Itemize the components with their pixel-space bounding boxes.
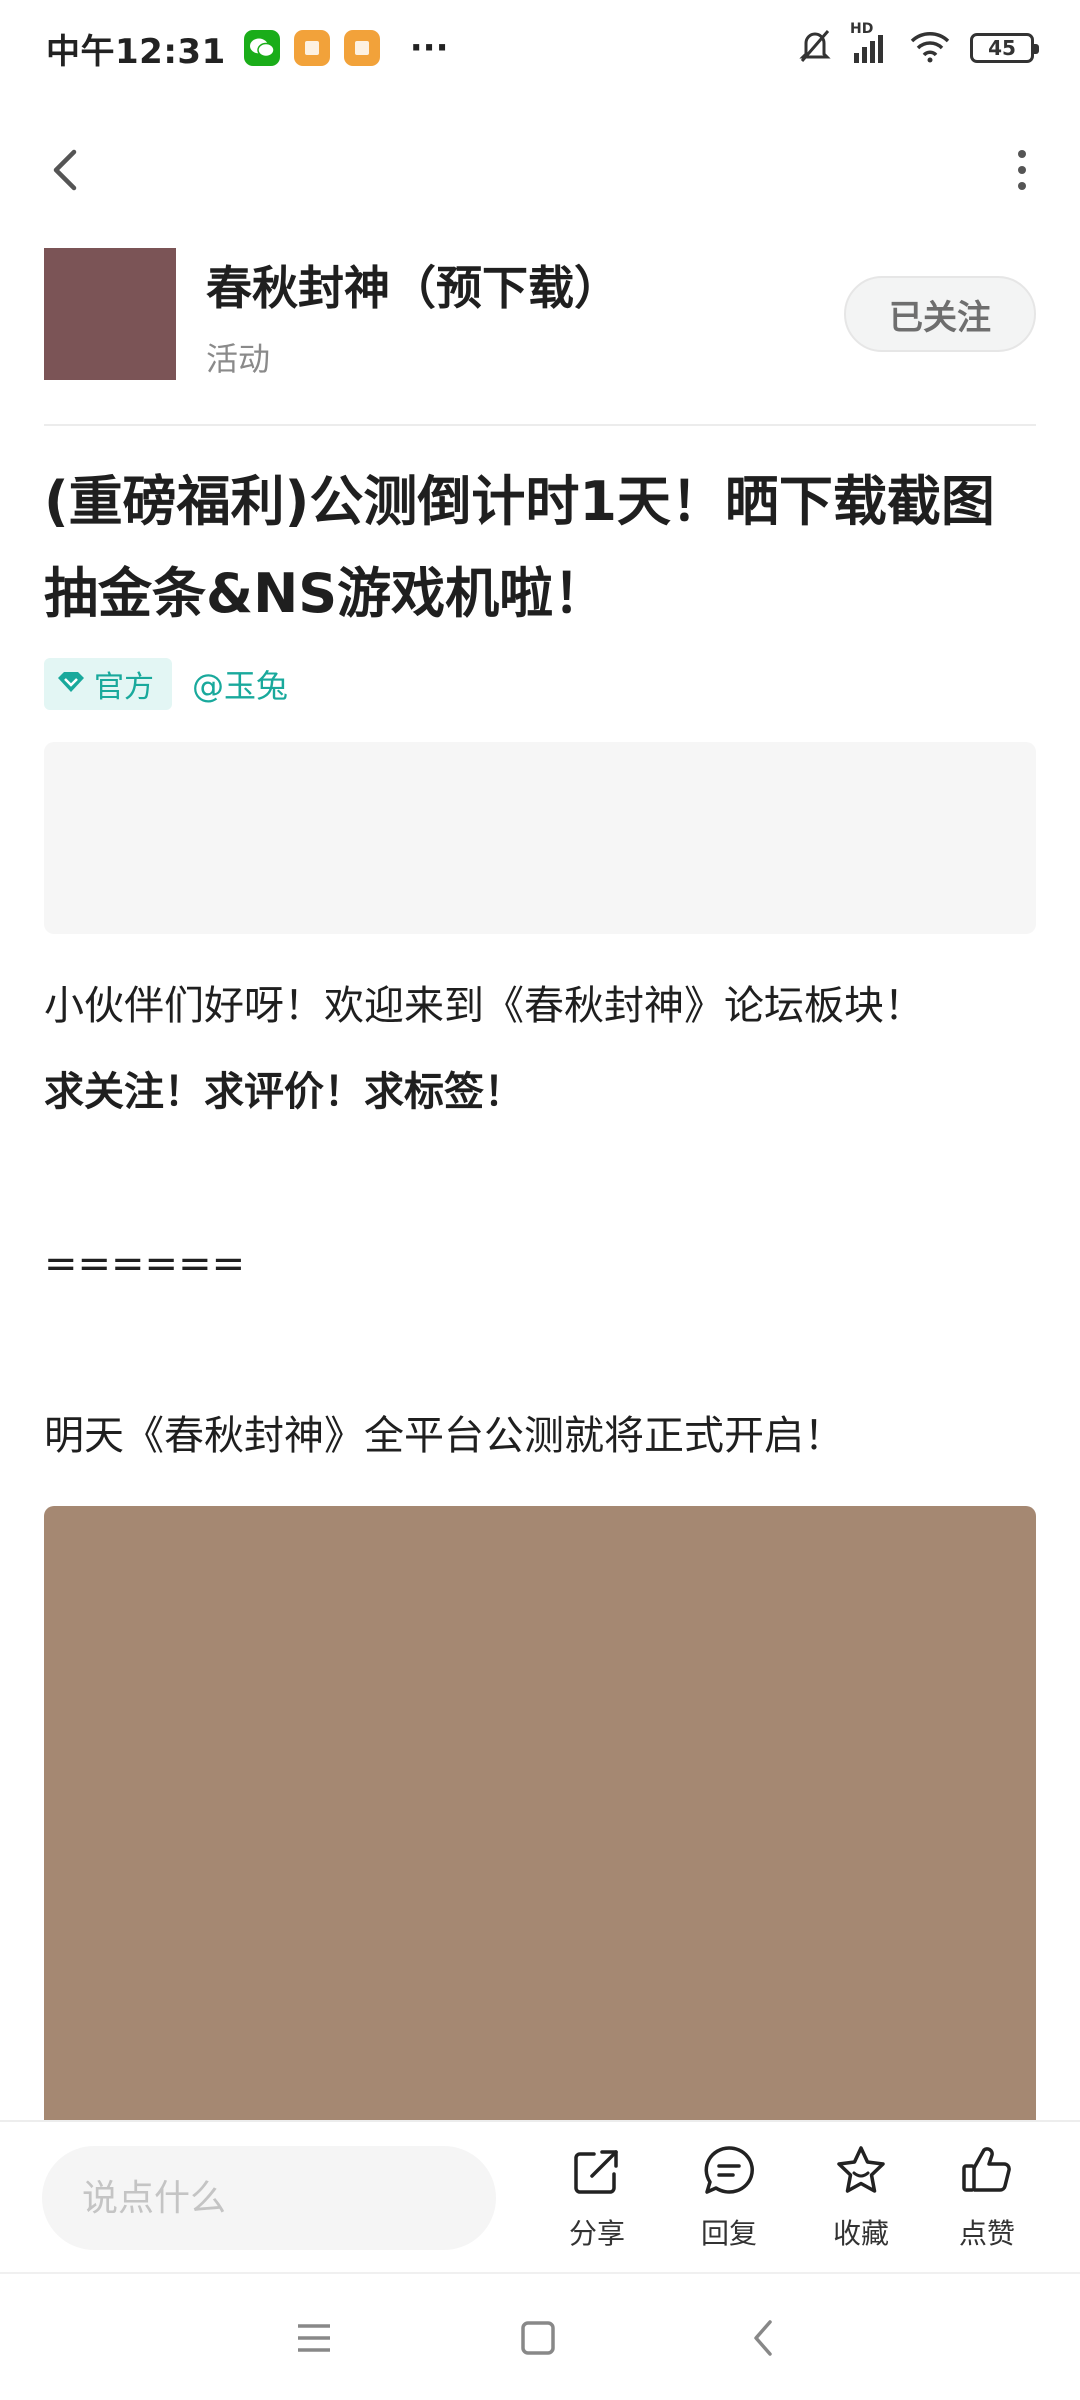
content-placeholder	[44, 742, 1036, 934]
network-type-label: HD	[850, 21, 874, 37]
notes-app-icon	[293, 30, 330, 66]
post-paragraph: 小伙伴们好呀！欢迎来到《春秋封神》论坛板块！	[44, 983, 924, 1029]
thumbs-up-icon	[958, 2142, 1016, 2204]
like-label: 点赞	[958, 2217, 1015, 2250]
post-separator: ======	[44, 1241, 246, 1287]
header-divider	[44, 424, 1036, 426]
official-label: 官方	[94, 670, 154, 705]
reply-label: 回复	[700, 2217, 757, 2250]
star-icon	[832, 2142, 890, 2204]
comment-icon	[700, 2142, 758, 2204]
status-system-icons: HD 45	[798, 21, 1039, 68]
forum-name[interactable]: 春秋封神（预下载）	[206, 252, 620, 318]
status-time: 中午12:31	[46, 31, 226, 72]
system-nav-bar	[0, 2272, 1080, 2400]
status-bar: 中午12:31 ··· HD 45	[0, 0, 1080, 96]
wifi-icon	[908, 29, 952, 67]
post-title: (重磅福利)公测倒计时1天！晒下载截图抽金条&NS游戏机啦！	[44, 470, 995, 625]
favorite-button[interactable]: 收藏	[806, 2142, 916, 2260]
app-screen: 中午12:31 ··· HD 45 春秋封神（预下载） 活动 已关注 (重磅福利…	[0, 0, 1080, 2400]
post-meta: 官方 @玉兔	[44, 658, 288, 710]
forum-subtitle: 活动	[206, 340, 271, 378]
favorite-label: 收藏	[832, 2217, 889, 2250]
post-paragraph: 明天《春秋封神》全平台公测就将正式开启！	[44, 1413, 844, 1459]
share-button[interactable]: 分享	[542, 2142, 652, 2260]
more-vertical-icon[interactable]	[994, 142, 1050, 198]
author-link[interactable]: @玉兔	[192, 661, 288, 707]
forum-avatar[interactable]	[44, 248, 176, 380]
comment-input[interactable]	[42, 2146, 496, 2250]
system-back-icon[interactable]	[734, 2308, 794, 2368]
battery-indicator: 45	[970, 33, 1039, 63]
status-notification-icons: ···	[243, 28, 449, 68]
reply-button[interactable]: 回复	[674, 2142, 784, 2260]
share-icon	[568, 2142, 626, 2204]
post-paragraph-bold: 求关注！求评价！求标签！	[44, 1069, 524, 1115]
forum-header: 春秋封神（预下载） 活动 已关注	[44, 248, 1036, 382]
bottom-action-bar: 分享 回复 收藏 点赞	[0, 2120, 1080, 2270]
official-badge: 官方	[44, 658, 172, 710]
diamond-icon	[56, 667, 86, 702]
share-label: 分享	[568, 2217, 625, 2250]
like-button[interactable]: 点赞	[932, 2142, 1042, 2260]
top-nav-bar	[0, 120, 1080, 220]
back-icon[interactable]	[40, 142, 96, 198]
menu-icon[interactable]	[284, 2308, 344, 2368]
signal-icon: HD	[850, 21, 890, 65]
post-image[interactable]	[44, 1506, 1036, 2126]
wechat-icon	[243, 30, 280, 66]
more-notifications-icon: ···	[409, 28, 449, 68]
home-icon[interactable]	[508, 2308, 568, 2368]
mute-bell-icon	[798, 28, 832, 68]
follow-button[interactable]: 已关注	[844, 276, 1036, 352]
notes-app-icon	[343, 30, 380, 66]
